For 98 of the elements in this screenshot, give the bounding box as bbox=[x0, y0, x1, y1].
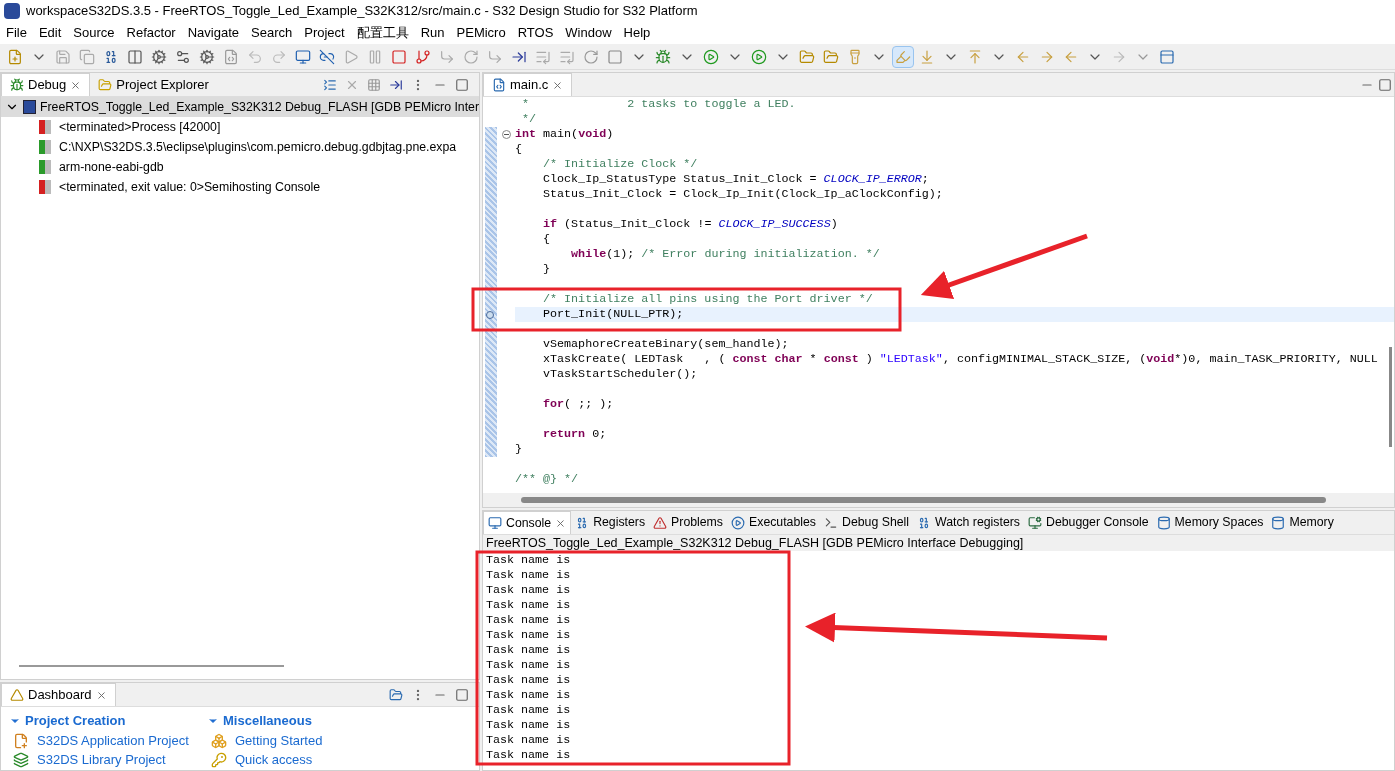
dashboard-icon bbox=[10, 688, 24, 702]
view-tab[interactable]: Memory Spaces bbox=[1152, 511, 1268, 534]
code-line: Status_Init_Clock = Clock_Ip_Init(Clock_Ip_aClockConfig); bbox=[542, 187, 944, 202]
pe-icon bbox=[23, 100, 36, 114]
code-line: /* Initialize all pins using the Port driver */ bbox=[542, 292, 874, 307]
menu-item[interactable]: RTOS bbox=[511, 23, 560, 43]
menu-item[interactable]: 配置工具 bbox=[350, 23, 415, 43]
tree-item[interactable]: arm-none-eabi-gdb bbox=[1, 157, 479, 177]
console-line: Task name is bbox=[486, 703, 571, 718]
menu-item[interactable]: Project bbox=[298, 23, 351, 43]
menu-item[interactable]: Run bbox=[414, 23, 451, 43]
cylinder-icon bbox=[1271, 515, 1286, 530]
section-header[interactable]: Miscellaneous bbox=[207, 711, 389, 731]
play-icon bbox=[731, 515, 746, 530]
console-line: Task name is bbox=[486, 748, 571, 763]
bug-icon bbox=[10, 78, 24, 92]
menu-item[interactable]: Edit bbox=[32, 23, 68, 43]
view-tab[interactable]: Memory bbox=[1267, 511, 1338, 534]
view-tab[interactable]: Problems bbox=[649, 511, 728, 534]
code-line: xTaskCreate( LEDTask , ( const char * const ) "LEDTask", configMINIMAL_STACK_SIZE, (void*)0, main_TASK_PRIORITY, NULL bbox=[542, 352, 1379, 367]
menu-item[interactable]: Refactor bbox=[120, 23, 182, 43]
view-tab[interactable]: main.c bbox=[483, 73, 573, 96]
close-icon bbox=[555, 517, 567, 529]
highlighter-icon[interactable] bbox=[892, 45, 914, 68]
menu-item[interactable]: Window bbox=[559, 23, 618, 43]
scrollbar-thumb[interactable] bbox=[19, 665, 284, 667]
console-line: Task name is bbox=[486, 568, 571, 583]
view-tab[interactable]: Project Explorer bbox=[90, 73, 217, 96]
tree-item[interactable]: <terminated>Process [42000] bbox=[1, 117, 479, 137]
scrollbar-thumb[interactable] bbox=[1389, 347, 1392, 447]
code-line: { bbox=[542, 232, 552, 247]
dashboard-link[interactable]: Quick access bbox=[235, 749, 313, 770]
menu-item[interactable]: Help bbox=[617, 23, 657, 43]
code-line: return 0; bbox=[542, 427, 608, 442]
console-line: Task name is bbox=[486, 733, 571, 748]
window-title: workspaceS32DS.3.5 - FreeRTOS_Toggle_Led_Example_S32K312/src/main.c - S32 Design Studio for S32 Platform bbox=[26, 2, 698, 21]
menu-item[interactable]: Search bbox=[245, 23, 299, 43]
menu-item[interactable]: Source bbox=[67, 23, 121, 43]
menu-item[interactable]: PEMicro bbox=[450, 23, 512, 43]
console-line: Task name is bbox=[486, 718, 571, 733]
terminal-icon bbox=[824, 515, 839, 530]
dashboard-link[interactable]: Getting Started bbox=[235, 730, 323, 751]
close-icon bbox=[95, 689, 107, 701]
code-line: vTaskStartScheduler(); bbox=[542, 367, 699, 382]
view-tab[interactable]: Executables bbox=[727, 511, 821, 534]
cubes-icon bbox=[211, 732, 227, 749]
console-line: Task name is bbox=[486, 613, 571, 628]
dashboard-link[interactable]: S32DS Library Project bbox=[37, 749, 166, 770]
code-line: Clock_Ip_StatusType Status_Init_Clock = CLOCK_IP_ERROR; bbox=[542, 172, 930, 187]
code-line: * 2 tasks to toggle a LED. bbox=[521, 97, 797, 112]
console-line: Task name is bbox=[486, 658, 571, 673]
current-line-marker-icon bbox=[486, 310, 494, 319]
dashboard-link[interactable]: S32DS Application Project bbox=[37, 730, 189, 751]
view-tab[interactable]: Debug Shell bbox=[820, 511, 914, 534]
menu-item[interactable]: Navigate bbox=[181, 23, 245, 43]
view-tab[interactable]: Watch registers bbox=[913, 511, 1024, 534]
folder-icon bbox=[98, 77, 113, 92]
code-line: while(1); /* Error during initialization. */ bbox=[570, 247, 881, 262]
app-logo-icon bbox=[4, 3, 20, 19]
code-line: } bbox=[542, 262, 552, 277]
menu-item[interactable]: File bbox=[0, 23, 33, 43]
code-line: if (Status_Init_Clock != CLOCK_IP_SUCCESS) bbox=[542, 217, 839, 232]
c-file-icon bbox=[492, 78, 506, 92]
layers-icon bbox=[13, 751, 29, 768]
code-line: /** @} */ bbox=[515, 472, 580, 487]
console-line: Task name is bbox=[486, 553, 571, 568]
monitor-icon bbox=[1028, 515, 1042, 530]
console-line: Task name is bbox=[486, 628, 571, 643]
tree-item[interactable]: FreeRTOS_Toggle_Led_Example_S32K312 Debug_FLASH [GDB PEMicro Inter bbox=[1, 97, 479, 117]
close-icon bbox=[70, 79, 82, 91]
code-line: /* Initialize Clock */ bbox=[542, 157, 699, 172]
console-line: Task name is bbox=[486, 598, 571, 613]
view-tab[interactable]: Console bbox=[483, 511, 572, 534]
tree-item[interactable]: C:\NXP\S32DS.3.5\eclipse\plugins\com.pemicro.debug.gdbjtag.pne.expa bbox=[1, 137, 479, 157]
code-line: } bbox=[515, 442, 523, 457]
console-line: Task name is bbox=[486, 688, 571, 703]
code-line: vSemaphoreCreateBinary(sem_handle); bbox=[542, 337, 790, 352]
console-line: Task name is bbox=[486, 643, 571, 658]
key-icon bbox=[211, 751, 227, 768]
code-line: */ bbox=[521, 112, 538, 127]
view-tab[interactable]: Debugger Console bbox=[1024, 511, 1153, 534]
console-line: Task name is bbox=[486, 583, 571, 598]
code-line: int main(void) bbox=[515, 127, 615, 142]
console-line: Task name is bbox=[486, 673, 571, 688]
scrollbar-thumb[interactable] bbox=[521, 497, 1326, 503]
code-line: { bbox=[515, 142, 523, 157]
view-tab[interactable]: Registers bbox=[571, 511, 650, 534]
tree-item[interactable]: <terminated, exit value: 0>Semihosting Console bbox=[1, 177, 479, 197]
code-line: for( ;; ); bbox=[542, 397, 615, 412]
console-title: FreeRTOS_Toggle_Led_Example_S32K312 Debug_FLASH [GDB PEMicro Interface Debugging] bbox=[483, 535, 1394, 551]
close-icon bbox=[552, 79, 564, 91]
view-tab[interactable]: Dashboard bbox=[1, 683, 116, 706]
cylinder-icon bbox=[1156, 515, 1171, 530]
new-project-icon bbox=[13, 732, 29, 749]
monitor-icon bbox=[488, 516, 502, 530]
view-tab[interactable]: Debug bbox=[1, 73, 91, 96]
warning-icon bbox=[653, 515, 668, 530]
section-header[interactable]: Project Creation bbox=[9, 711, 191, 731]
